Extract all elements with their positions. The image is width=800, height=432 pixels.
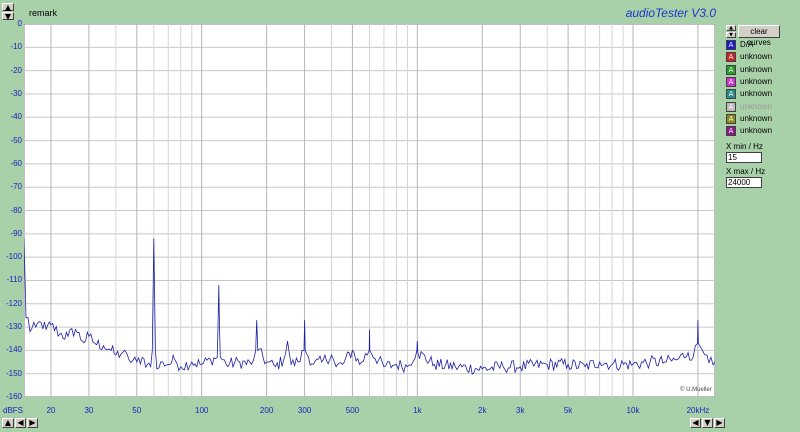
y-tick-label: -130 bbox=[5, 322, 22, 332]
xmin-input[interactable]: 15 bbox=[726, 152, 762, 163]
legend-label: unknown bbox=[740, 76, 773, 86]
left-scroll-up-button[interactable]: ▲ bbox=[2, 418, 14, 428]
curve-toggle-icon[interactable]: A bbox=[726, 64, 736, 75]
y-tick-label: -30 bbox=[10, 88, 22, 98]
y-tick-label: -40 bbox=[10, 112, 22, 122]
y-unit-label: dBFS bbox=[3, 406, 24, 415]
x-tick-label: 5k bbox=[563, 406, 573, 415]
x-tick-label: 3k bbox=[516, 406, 525, 415]
y-tick-label: -100 bbox=[5, 252, 22, 262]
x-tick-label: 2k bbox=[478, 406, 487, 415]
curve-toggle-icon[interactable]: A bbox=[726, 40, 736, 50]
x-tick-label: 20kHz bbox=[686, 406, 710, 415]
x-tick-label: 50 bbox=[132, 406, 142, 415]
xmax-input[interactable]: 24000 bbox=[726, 177, 762, 188]
legend-label: unknown bbox=[740, 126, 773, 136]
y-tick-label: -150 bbox=[5, 368, 22, 378]
xmax-label: X max / Hz bbox=[726, 167, 766, 176]
x-tick-label: 1k bbox=[413, 406, 422, 415]
y-tick-label: -90 bbox=[10, 228, 22, 238]
y-tick-label: -80 bbox=[10, 205, 22, 215]
right-scroll-right-button[interactable]: ▶ bbox=[714, 418, 725, 428]
scroll-up-button[interactable]: ▲ bbox=[2, 3, 14, 12]
app-title: audioTester V3.0 bbox=[625, 6, 716, 20]
curve-toggle-icon[interactable]: A bbox=[726, 101, 736, 112]
x-tick-label: 30 bbox=[84, 406, 94, 415]
remark-label: remark bbox=[29, 8, 58, 18]
y-tick-label: -160 bbox=[5, 392, 22, 401]
watermark-text: © U.Mueller bbox=[680, 387, 712, 393]
legend-label: unknown bbox=[740, 113, 773, 123]
panel-up-button[interactable]: ▲ bbox=[726, 25, 736, 31]
curve-toggle-icon[interactable]: A bbox=[726, 126, 736, 137]
curve-toggle-icon[interactable]: A bbox=[726, 52, 736, 63]
y-tick-label: -60 bbox=[10, 158, 22, 168]
left-scroll-left-button[interactable]: ◀ bbox=[15, 418, 26, 428]
x-tick-label: 200 bbox=[259, 406, 274, 415]
y-tick-label: -10 bbox=[10, 42, 22, 52]
legend-label: unknown bbox=[740, 101, 773, 111]
y-tick-label: -140 bbox=[5, 345, 22, 355]
x-tick-label: 10k bbox=[626, 406, 640, 415]
x-tick-label: 20 bbox=[46, 406, 56, 415]
right-scroll-left-button[interactable]: ◀ bbox=[690, 418, 701, 428]
xmin-label: X min / Hz bbox=[726, 142, 763, 151]
right-scroll-down-button[interactable]: ▼ bbox=[702, 418, 713, 428]
curve-toggle-icon[interactable]: A bbox=[726, 89, 736, 100]
y-tick-label: 0 bbox=[17, 19, 22, 28]
y-tick-label: -20 bbox=[10, 65, 22, 75]
curve-toggle-icon[interactable]: A bbox=[726, 113, 736, 124]
legend-label: unknown bbox=[740, 89, 773, 99]
panel-down-button[interactable]: ▼ bbox=[726, 32, 736, 38]
clear-curves-button[interactable]: clear curves bbox=[738, 25, 780, 47]
legend-label: unknown bbox=[740, 52, 773, 62]
curve-toggle-icon[interactable]: A bbox=[726, 76, 736, 87]
x-tick-label: 300 bbox=[297, 406, 312, 415]
spectrum-plot[interactable] bbox=[24, 24, 715, 397]
left-scroll-right-button[interactable]: ▶ bbox=[27, 418, 38, 428]
y-tick-label: -110 bbox=[6, 275, 22, 285]
y-tick-label: -50 bbox=[10, 135, 22, 145]
x-tick-label: 500 bbox=[345, 406, 360, 415]
y-tick-label: -120 bbox=[5, 298, 22, 308]
legend-label: D/A bbox=[740, 40, 754, 49]
y-tick-label: -70 bbox=[10, 182, 22, 192]
legend-label: unknown bbox=[740, 64, 773, 74]
x-tick-label: 100 bbox=[194, 406, 209, 415]
